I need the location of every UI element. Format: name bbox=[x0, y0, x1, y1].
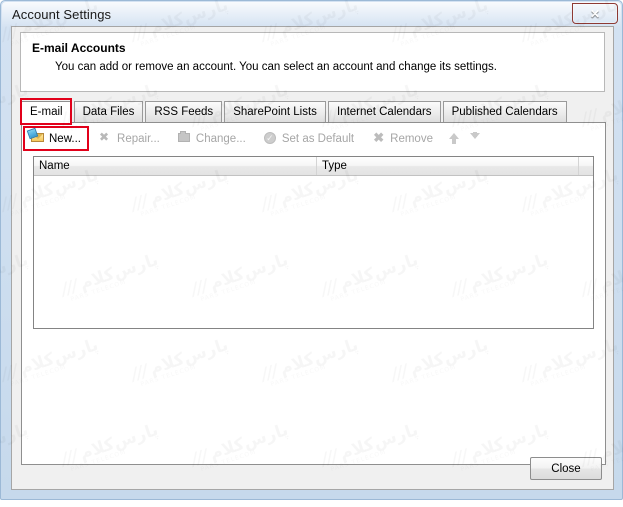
move-down-arrow-icon[interactable] bbox=[466, 128, 484, 149]
new-button[interactable]: New... bbox=[25, 127, 88, 149]
close-button[interactable]: Close bbox=[530, 457, 602, 480]
tab-sharepoint-lists[interactable]: SharePoint Lists bbox=[224, 101, 326, 122]
tab-rss-feeds-label: RSS Feeds bbox=[154, 106, 214, 118]
repair-wrench-icon: ✖ bbox=[99, 130, 110, 144]
close-window-icon: ✕ bbox=[589, 6, 601, 21]
remove-button[interactable]: ✖ Remove bbox=[366, 128, 440, 149]
check-circle-icon: ✓ bbox=[262, 130, 279, 145]
remove-button-label: Remove bbox=[390, 133, 433, 145]
close-window-button[interactable]: ✕ bbox=[572, 3, 618, 24]
column-header-type[interactable]: Type bbox=[317, 157, 579, 175]
remove-x-icon: ✖ bbox=[373, 130, 385, 145]
change-button[interactable]: Change... bbox=[172, 128, 253, 149]
accounts-list-header: Name Type bbox=[34, 157, 593, 176]
page-description: You can add or remove an account. You ca… bbox=[55, 61, 497, 73]
tab-internet-calendars-label: Internet Calendars bbox=[336, 106, 432, 118]
window-title: Account Settings bbox=[12, 7, 112, 22]
tab-strip: E-mail Data Files RSS Feeds SharePoint L… bbox=[21, 101, 606, 143]
repair-button[interactable]: ✖ Repair... bbox=[93, 128, 167, 149]
repair-button-label: Repair... bbox=[117, 133, 160, 145]
accounts-toolbar: New... ✖ Repair... Change... ✓ Set as De… bbox=[25, 127, 484, 151]
header-panel: E-mail Accounts You can add or remove an… bbox=[20, 32, 605, 92]
tab-data-files[interactable]: Data Files bbox=[73, 101, 144, 122]
tab-email-label: E-mail bbox=[30, 106, 63, 118]
tab-published-calendars-label: Published Calendars bbox=[451, 106, 558, 118]
column-header-extra[interactable] bbox=[579, 157, 593, 175]
tab-internet-calendars[interactable]: Internet Calendars bbox=[327, 101, 441, 122]
page-title: E-mail Accounts bbox=[32, 41, 126, 55]
move-up-arrow-icon[interactable] bbox=[445, 128, 463, 149]
tab-published-calendars[interactable]: Published Calendars bbox=[442, 101, 567, 122]
accounts-list-body[interactable] bbox=[34, 176, 593, 328]
column-header-name[interactable]: Name bbox=[34, 157, 317, 175]
tab-data-files-label: Data Files bbox=[82, 106, 135, 118]
account-settings-window: Account Settings ✕ E-mail Accounts You c… bbox=[0, 0, 623, 500]
email-tab-panel: New... ✖ Repair... Change... ✓ Set as De… bbox=[21, 122, 606, 465]
new-mail-icon bbox=[26, 127, 46, 145]
change-button-label: Change... bbox=[195, 133, 246, 145]
tab-email[interactable]: E-mail bbox=[21, 101, 72, 123]
tab-rss-feeds[interactable]: RSS Feeds bbox=[145, 101, 223, 122]
accounts-list[interactable]: Name Type bbox=[33, 156, 594, 329]
set-as-default-button[interactable]: ✓ Set as Default bbox=[258, 128, 361, 149]
tab-sharepoint-lists-label: SharePoint Lists bbox=[233, 106, 317, 118]
set-as-default-button-label: Set as Default bbox=[281, 133, 355, 145]
new-button-label: New... bbox=[49, 133, 81, 145]
change-box-icon bbox=[176, 130, 193, 145]
dialog-client-area: E-mail Accounts You can add or remove an… bbox=[11, 26, 614, 490]
